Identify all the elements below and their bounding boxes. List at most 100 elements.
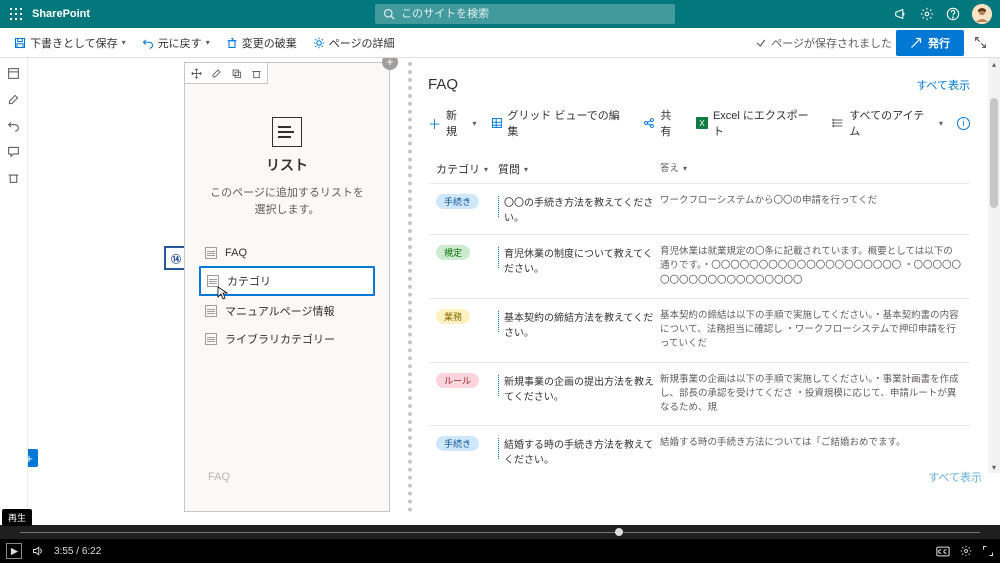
move-icon[interactable] [189,66,203,80]
fullscreen-icon[interactable] [982,545,994,557]
section-header[interactable]: ︿ 1 段組み [28,512,1000,525]
toolbox-rail [0,58,28,525]
category-badge: ルール [436,373,479,388]
table-row[interactable]: 手続き〇〇の手続き方法を教えてください。ワークフローシステムから〇〇の申請を行っ… [428,183,970,234]
export-excel-button[interactable]: XExcel にエクスポート [696,107,818,139]
search-icon [383,8,395,20]
vertical-scrollbar[interactable]: ▴ ▾ [988,58,1000,473]
category-badge: 規定 [436,245,470,260]
video-scrubber[interactable]: 再生 [0,525,1000,539]
command-bar: 下書きとして保存 ▾ 元に戻す ▾ 変更の破棄 ページの詳細 ページが保存されま… [0,28,1000,58]
share-icon [643,117,655,129]
table-row[interactable]: 業務 基本契約の締結方法を教えてください。基本契約の締結は以下の手順で実施してくだ… [428,298,970,362]
list-item-icon [205,333,217,345]
list-picker-description: このページに追加するリストを 選択します。 [210,185,364,218]
brand-label: SharePoint [32,8,90,20]
rail-edit-icon[interactable] [7,92,21,106]
question-cell: 新規事業の企画の提出方法を教えてください。 [498,373,660,403]
answer-cell: 基本契約の締結は以下の手順で実施してください。・基本契約書の内容について、法務担… [660,309,962,352]
search-box[interactable] [375,4,675,24]
category-badge: 手続き [436,436,479,451]
col-question[interactable]: 質問 ▾ [498,161,660,177]
megaphone-icon[interactable] [894,7,908,21]
undo-button[interactable]: 元に戻す ▾ [136,32,216,54]
question-cell: 育児休業の制度について教えてください。 [498,245,660,275]
table-row[interactable]: ルール 新規事業の企画の提出方法を教えてください。新規事業の企画は以下の手順で実施… [428,362,970,426]
info-button[interactable]: i [957,117,970,130]
expand-button[interactable] [968,31,992,55]
help-icon[interactable] [946,7,960,21]
list-option-category[interactable]: カテゴリ [199,266,375,296]
page-details-label: ページの詳細 [329,35,395,51]
page-details-button[interactable]: ページの詳細 [307,32,401,54]
chevron-down-icon: ▾ [484,165,488,174]
grid-edit-button[interactable]: グリッド ビューでの編集 [491,107,630,139]
excel-icon: X [696,117,708,129]
scroll-down-icon[interactable]: ▾ [988,461,1000,473]
settings-icon[interactable] [920,7,934,21]
faq-title: FAQ [428,76,458,93]
plus-icon: ＋ [428,114,441,133]
add-webpart-button[interactable]: + [382,58,398,70]
settings-icon[interactable] [960,545,972,557]
preview-ghost: FAQ すべて表示 [208,467,982,487]
undo-label: 元に戻す [158,35,202,51]
app-launcher-icon[interactable] [8,6,24,22]
publish-button[interactable]: 発行 [896,30,964,56]
list-command-bar: ＋新規▾ グリッド ビューでの編集 共有 XExcel にエクスポート [428,107,970,139]
list-webpart-placeholder: + リスト このページに追加するリストを 選択します。 [184,62,390,512]
answer-cell: 結婚する時の手続き方法については「ご結婚おめでます。 [660,436,962,466]
volume-icon[interactable] [32,545,44,557]
question-cell: 〇〇の手続き方法を教えてください。 [498,194,660,224]
share-button[interactable]: 共有 [643,107,682,139]
save-draft-button[interactable]: 下書きとして保存 ▾ [8,32,132,54]
duplicate-icon[interactable] [229,66,243,80]
saved-status: ページが保存されました [755,35,892,51]
chevron-down-icon: ▾ [122,38,126,47]
add-section-button[interactable]: + [28,449,38,467]
list-option-library-category[interactable]: ライブラリカテゴリー [199,326,375,352]
faq-table: カテゴリ ▾ 質問 ▾ 答え ▾ 手続き〇〇の手続き方法を教えてください。ワーク… [428,155,970,476]
save-draft-label: 下書きとして保存 [30,35,118,51]
scrubber-handle[interactable] [615,528,623,536]
list-item-icon [205,247,217,259]
chevron-down-icon: ▾ [939,119,943,128]
search-input[interactable] [401,8,667,20]
webpart-toolbar [184,62,268,84]
rail-undo-icon[interactable] [7,118,21,132]
faq-webpart: FAQ すべて表示 ＋新規▾ グリッド ビューでの編集 共有 [408,62,970,512]
chevron-down-icon: ▾ [206,38,210,47]
view-selector[interactable]: すべてのアイテム▾ [832,107,943,139]
chevron-down-icon: ▾ [473,119,477,128]
new-item-button[interactable]: ＋新規▾ [428,107,477,139]
list-picker-title: リスト [266,155,308,175]
list-option-faq[interactable]: FAQ [199,242,375,264]
edit-icon[interactable] [209,66,223,80]
suite-header: SharePoint [0,0,1000,28]
scrollbar-thumb[interactable] [990,98,998,208]
answer-cell: 育児休業は就業規定の〇条に記載されています。概要としては以下の通りです。・〇〇〇… [660,245,962,288]
answer-cell: 新規事業の企画は以下の手順で実施してください。・事業計画書を作成し、部長の承認を… [660,373,962,416]
category-badge: 業務 [436,309,470,324]
rail-delete-icon[interactable] [7,170,21,184]
question-cell: 基本契約の締結方法を教えてください。 [498,309,660,339]
rail-layout-icon[interactable] [7,66,21,80]
category-badge: 手続き [436,194,479,209]
info-icon: i [957,117,970,130]
delete-icon[interactable] [249,66,263,80]
col-answer[interactable]: 答え ▾ [660,161,962,177]
chevron-down-icon: ▾ [683,163,687,175]
col-category[interactable]: カテゴリ ▾ [436,161,498,177]
replay-button[interactable]: 再生 [2,509,32,526]
cc-icon[interactable] [936,546,950,557]
faq-show-all-link[interactable]: すべて表示 [916,77,970,93]
list-large-icon [272,117,302,147]
scroll-up-icon[interactable]: ▴ [988,58,1000,70]
play-button[interactable] [6,543,22,559]
rail-comment-icon[interactable] [7,144,21,158]
table-row[interactable]: 規定 育児休業の制度について教えてください。育児休業は就業規定の〇条に記載されてい… [428,234,970,298]
user-avatar[interactable] [972,4,992,24]
discard-button[interactable]: 変更の破棄 [220,32,303,54]
time-display: 3:55 / 6:22 [54,546,101,557]
list-option-manual-page[interactable]: マニュアルページ情報 [199,298,375,324]
